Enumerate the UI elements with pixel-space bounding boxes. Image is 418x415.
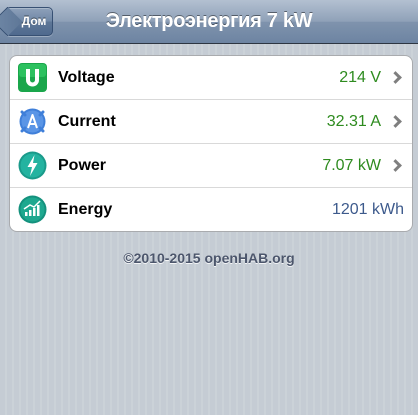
navigation-bar: Дом Электроэнергия 7 kW: [0, 0, 418, 44]
current-value: 32.31 A: [326, 113, 381, 130]
page-title: Электроэнергия 7 kW: [105, 10, 313, 32]
list-item-energy: Energy 1201 kWh: [10, 188, 412, 231]
power-label: Power: [58, 157, 107, 174]
list-item-voltage[interactable]: Voltage 214 V: [10, 56, 412, 100]
energy-icon: [18, 195, 47, 224]
voltage-label: Voltage: [58, 69, 115, 86]
current-icon: [19, 108, 46, 135]
energy-label: Energy: [58, 201, 113, 218]
power-value: 7.07 kW: [322, 157, 381, 174]
chevron-right-icon: [389, 115, 402, 128]
chevron-right-icon: [389, 71, 402, 84]
voltage-icon: [18, 63, 47, 92]
power-icon: [18, 151, 47, 180]
back-button[interactable]: Дом: [0, 6, 53, 37]
voltage-value: 214 V: [339, 69, 381, 86]
back-button-label: Дом: [21, 14, 47, 28]
energy-value: 1201 kWh: [331, 201, 404, 218]
items-list: Voltage 214 V Current 32.31 A Power 7.07…: [9, 55, 413, 232]
chevron-right-icon: [389, 159, 402, 172]
current-label: Current: [58, 113, 116, 130]
list-item-current[interactable]: Current 32.31 A: [10, 100, 412, 144]
footer-copyright: ©2010-2015 openHAB.org: [123, 250, 295, 266]
list-item-power[interactable]: Power 7.07 kW: [10, 144, 412, 188]
back-arrow-icon: [0, 6, 23, 37]
